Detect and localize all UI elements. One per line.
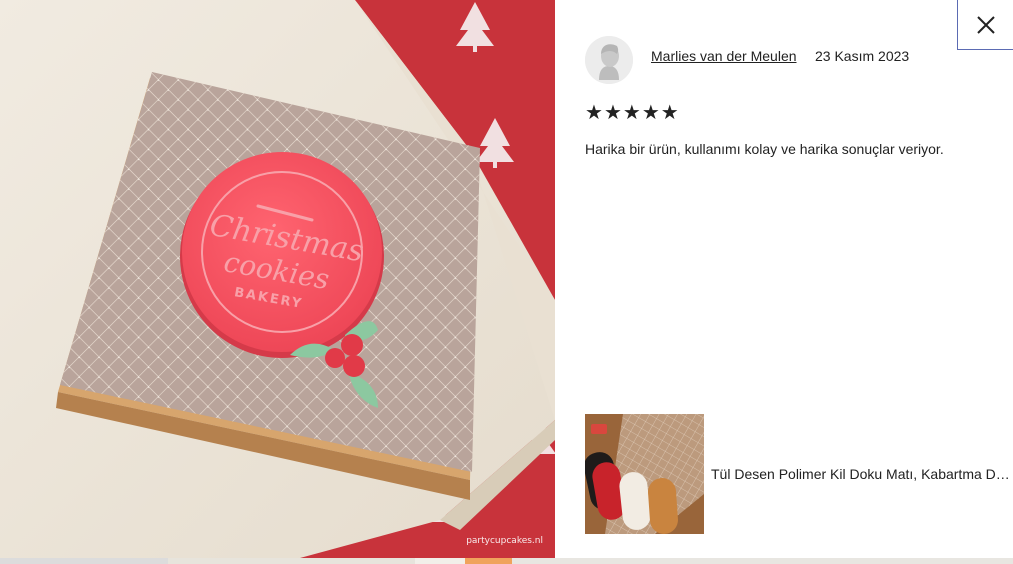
close-button[interactable] <box>957 0 1013 50</box>
review-photo: Christmas cookies BAKERY partycupcakes.n… <box>0 0 555 558</box>
star-icon: ★ <box>641 102 660 124</box>
reviewer-name-link[interactable]: Marlies van der Meulen <box>651 48 797 64</box>
photo-watermark: partycupcakes.nl <box>466 536 543 546</box>
reviewer-avatar <box>585 36 633 84</box>
product-title-link[interactable]: Tül Desen Polimer Kil Doku Matı, Kabartm… <box>711 466 1011 482</box>
star-icon: ★ <box>660 102 679 124</box>
review-text: Harika bir ürün, kullanımı kolay ve hari… <box>585 141 944 157</box>
star-icon: ★ <box>585 102 603 124</box>
close-icon <box>976 15 995 34</box>
star-icon: ★ <box>603 102 622 124</box>
review-date: 23 Kasım 2023 <box>815 48 910 64</box>
cookie-photo-illustration: Christmas cookies BAKERY <box>0 0 555 558</box>
user-avatar-icon <box>585 36 633 84</box>
product-thumbnail-image <box>585 414 704 534</box>
star-icon: ★ <box>622 102 641 124</box>
star-rating: ★ ★ ★ ★ ★ <box>585 103 679 123</box>
bottom-strip <box>0 558 1013 564</box>
product-thumbnail[interactable] <box>585 414 704 534</box>
